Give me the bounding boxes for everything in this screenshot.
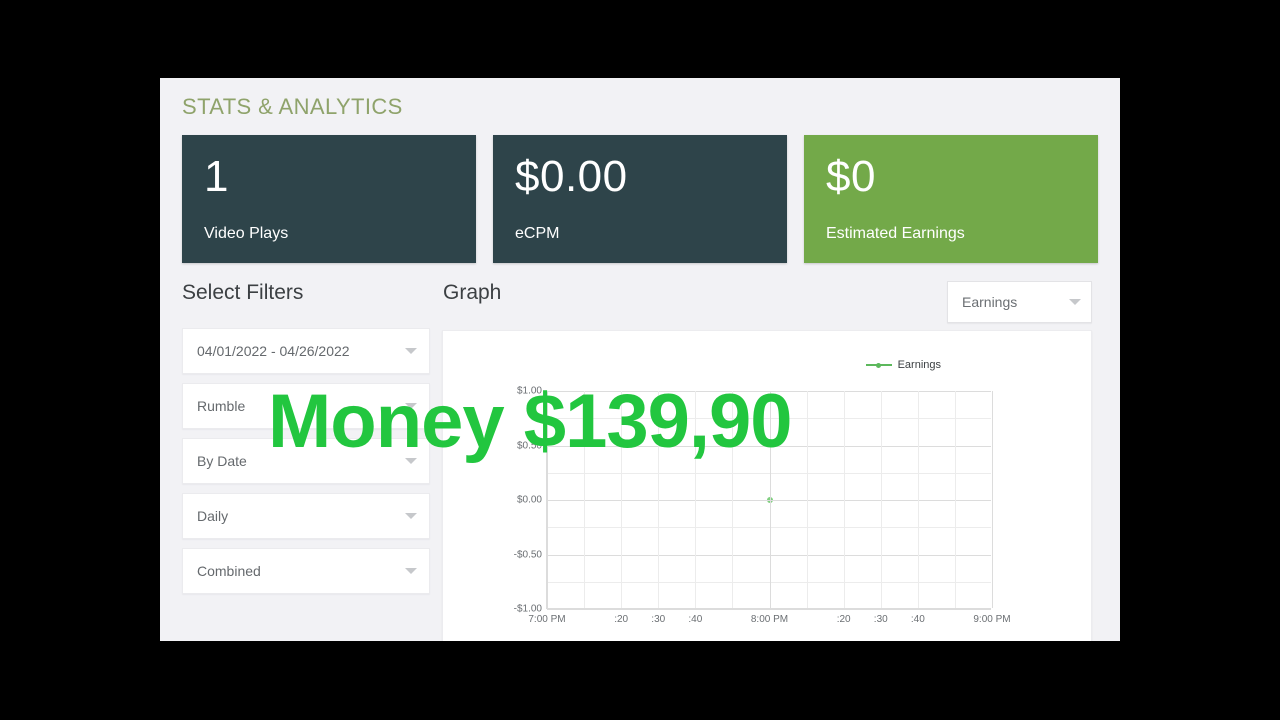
analytics-page: STATS & ANALYTICS 1 Video Plays $0.00 eC… [160, 78, 1120, 641]
kpi-card-video-plays: 1 Video Plays [182, 135, 476, 263]
chevron-down-icon [405, 568, 417, 574]
chart-gridline-vertical [917, 391, 919, 608]
chart-xtick-label: :30 [651, 614, 666, 625]
filters-heading: Select Filters [182, 281, 304, 304]
legend-label: Earnings [897, 359, 941, 371]
chart-gridline-vertical [954, 391, 956, 608]
chart-xtick-label: :20 [836, 614, 851, 625]
chart-xtick-label: :40 [910, 614, 925, 625]
filter-value: 04/01/2022 - 04/26/2022 [197, 343, 350, 359]
legend-line-icon [865, 362, 892, 368]
chart-xtick-label: 9:00 PM [973, 614, 1011, 625]
page-title: STATS & ANALYTICS [182, 94, 403, 119]
graph-heading: Graph [443, 281, 502, 304]
metric-select-value: Earnings [962, 294, 1018, 310]
chart-gridline-vertical [880, 391, 882, 608]
chart-legend: Earnings [865, 359, 941, 371]
overlay-caption: Money $139,90 [268, 379, 793, 464]
kpi-value: $0 [826, 152, 876, 201]
kpi-label: eCPM [515, 225, 560, 242]
chevron-down-icon [1069, 299, 1081, 305]
filter-value: Daily [197, 508, 229, 524]
chevron-down-icon [405, 513, 417, 519]
chart-gridline-vertical [843, 391, 845, 608]
kpi-value: 1 [204, 152, 229, 201]
filter-value: Combined [197, 563, 261, 579]
chart-ytick-label: -$1.00 [513, 603, 542, 615]
kpi-card-row: 1 Video Plays $0.00 eCPM $0 Estimated Ea… [182, 135, 1098, 263]
chart-ytick-label: $0.00 [516, 494, 542, 506]
filter-source[interactable]: Combined [182, 548, 430, 594]
earnings-chart-card: Earnings $1.00 $0.50 $0.00 -$0.50 -$1.00 7:00… [442, 330, 1092, 641]
chart-xtick-label: 8:00 PM [750, 614, 789, 625]
chart-gridline-vertical [806, 391, 808, 608]
chart-xtick-label: :20 [614, 614, 629, 625]
kpi-card-ecpm: $0.00 eCPM [493, 135, 787, 263]
chart-xtick-label: :30 [873, 614, 888, 625]
filter-date-range[interactable]: 04/01/2022 - 04/26/2022 [182, 328, 430, 374]
metric-select[interactable]: Earnings [947, 281, 1092, 323]
kpi-card-estimated-earnings: $0 Estimated Earnings [804, 135, 1098, 263]
chevron-down-icon [405, 348, 417, 354]
kpi-value: $0.00 [515, 152, 628, 201]
chart-gridline-vertical [992, 391, 993, 608]
kpi-label: Video Plays [204, 225, 289, 242]
kpi-label: Estimated Earnings [826, 225, 965, 242]
chart-xtick-label: :40 [688, 614, 703, 625]
chart-xtick-label: 7:00 PM [528, 614, 566, 625]
chart-ytick-label: -$0.50 [513, 549, 542, 560]
screenshot-root: STATS & ANALYTICS 1 Video Plays $0.00 eC… [0, 0, 1280, 720]
chart-gridline-horizontal [547, 609, 991, 610]
filter-interval[interactable]: Daily [182, 493, 430, 539]
